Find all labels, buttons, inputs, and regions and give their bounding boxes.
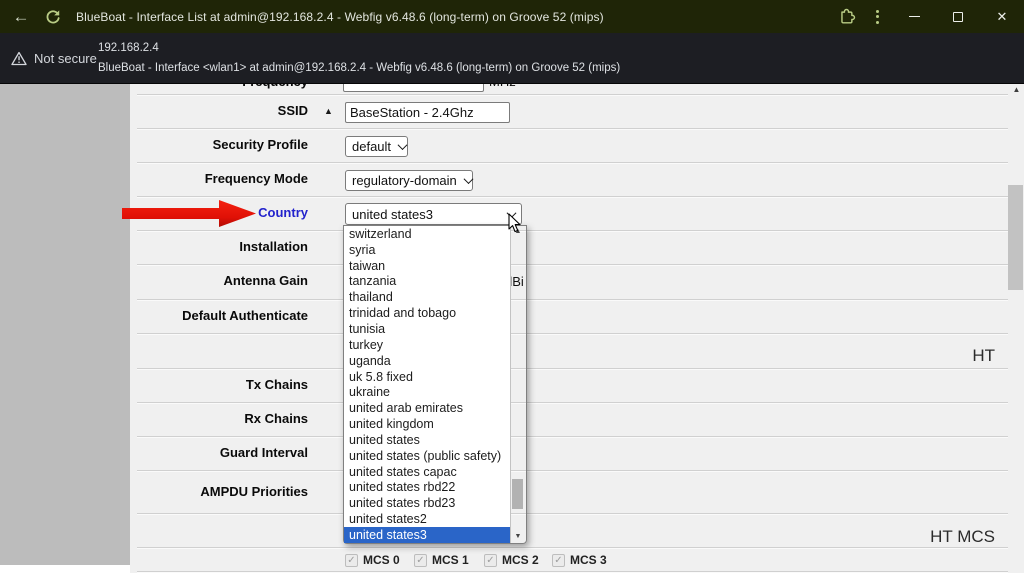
- country-option[interactable]: trinidad and tobago: [344, 305, 510, 321]
- browser-titlebar: ← BlueBoat - Interface List at admin@192…: [0, 0, 1024, 33]
- page-scrollbar-thumb[interactable]: [1008, 185, 1023, 290]
- minimize-button[interactable]: [892, 0, 936, 33]
- mcs2-label: MCS 2: [502, 553, 539, 567]
- country-option[interactable]: united states rbd22: [344, 480, 510, 496]
- country-option[interactable]: tunisia: [344, 321, 510, 337]
- chevron-down-icon: [463, 174, 474, 185]
- country-option[interactable]: united states capac: [344, 464, 510, 480]
- red-annotation-arrow: [122, 200, 256, 227]
- check-icon: ✓: [554, 554, 563, 566]
- checkbox-checked-icon[interactable]: ✓: [484, 553, 497, 567]
- guard-interval-label: Guard Interval: [219, 445, 308, 460]
- window-title: BlueBoat - Interface List at admin@192.1…: [76, 9, 604, 24]
- country-option[interactable]: thailand: [344, 289, 510, 305]
- security-profile-select[interactable]: default: [345, 136, 408, 157]
- mcs3-checkbox-item: ✓ MCS 3: [552, 547, 607, 573]
- check-icon: ✓: [347, 554, 356, 566]
- close-button[interactable]: ✕: [980, 0, 1024, 33]
- security-profile-value: default: [352, 139, 392, 154]
- maximize-button[interactable]: [936, 0, 980, 33]
- mcs0-checkbox-item: ✓ MCS 0: [345, 547, 400, 573]
- ssid-input[interactable]: [345, 102, 510, 123]
- frequency-mode-value: regulatory-domain: [352, 173, 457, 188]
- country-option[interactable]: united arab emirates: [344, 400, 510, 416]
- country-option[interactable]: united states: [344, 432, 510, 448]
- country-option[interactable]: uk 5.8 fixed: [344, 369, 510, 385]
- dropdown-scrollbar-thumb[interactable]: [512, 479, 523, 509]
- webfig-page: Frequency MHz SSID ▲ Security Profile de…: [0, 84, 1024, 573]
- frequency-input[interactable]: [343, 84, 484, 92]
- browser-menu-icon[interactable]: [862, 0, 892, 33]
- not-secure-label: Not secure: [34, 51, 97, 66]
- ht-mcs-section-header: HT MCS: [930, 527, 995, 546]
- ampdu-priorities-label: AMPDU Priorities: [200, 484, 308, 499]
- tx-chains-label: Tx Chains: [245, 377, 308, 392]
- country-option[interactable]: uganda: [344, 353, 510, 369]
- collapse-arrow-icon[interactable]: ▲: [324, 106, 333, 116]
- mcs1-label: MCS 1: [432, 553, 469, 567]
- default-authenticate-label: Default Authenticate: [182, 308, 308, 323]
- mcs1-checkbox-item: ✓ MCS 1: [414, 547, 469, 573]
- browser-infobar: Not secure 192.168.2.4 BlueBoat - Interf…: [0, 33, 1024, 84]
- checkbox-checked-icon[interactable]: ✓: [552, 553, 565, 567]
- row-separator: [137, 333, 1008, 335]
- extensions-puzzle-icon[interactable]: [832, 0, 862, 33]
- mcs3-label: MCS 3: [570, 553, 607, 567]
- ht-section-header: HT: [972, 346, 995, 365]
- row-separator: [137, 513, 1008, 515]
- country-option[interactable]: united states rbd23: [344, 495, 510, 511]
- frequency-mode-label: Frequency Mode: [204, 171, 308, 186]
- country-option[interactable]: united states2: [344, 511, 510, 527]
- country-option[interactable]: united kingdom: [344, 416, 510, 432]
- page-scroll-up-icon[interactable]: ▲: [1009, 85, 1024, 94]
- ssid-label: SSID: [277, 103, 308, 118]
- not-secure-indicator[interactable]: Not secure: [11, 33, 97, 84]
- page-title-line: BlueBoat - Interface <wlan1> at admin@19…: [98, 62, 621, 74]
- country-option[interactable]: ukraine: [344, 384, 510, 400]
- country-option[interactable]: turkey: [344, 337, 510, 353]
- check-icon: ✓: [486, 554, 495, 566]
- country-dropdown-list: switzerland syria taiwan tanzania thaila…: [343, 225, 527, 544]
- country-option[interactable]: tanzania: [344, 274, 510, 290]
- country-option[interactable]: united states (public safety): [344, 448, 510, 464]
- row-frequency-clipped: Frequency MHz: [137, 84, 1008, 94]
- country-option-selected[interactable]: united states3: [344, 527, 510, 543]
- rx-chains-label: Rx Chains: [244, 411, 308, 426]
- chevron-down-icon: [397, 140, 408, 151]
- country-option[interactable]: switzerland: [344, 226, 510, 242]
- checkbox-checked-icon[interactable]: ✓: [345, 553, 358, 567]
- frequency-unit: MHz: [489, 84, 516, 89]
- mcs0-label: MCS 0: [363, 553, 400, 567]
- left-sidebar-panel: [0, 84, 130, 565]
- country-option[interactable]: syria: [344, 242, 510, 258]
- page-host: 192.168.2.4: [98, 42, 159, 54]
- installation-label: Installation: [239, 239, 308, 254]
- scroll-down-icon[interactable]: ▼: [510, 533, 526, 540]
- warning-icon: [11, 51, 27, 66]
- security-profile-label: Security Profile: [212, 137, 308, 152]
- frequency-mode-select[interactable]: regulatory-domain: [345, 170, 474, 191]
- mcs2-checkbox-item: ✓ MCS 2: [484, 547, 539, 573]
- mouse-cursor: [508, 213, 521, 233]
- reload-icon[interactable]: [40, 6, 66, 28]
- country-option[interactable]: taiwan: [344, 258, 510, 274]
- back-icon[interactable]: ←: [6, 7, 36, 27]
- frequency-label: Frequency: [137, 84, 308, 89]
- check-icon: ✓: [416, 554, 425, 566]
- checkbox-checked-icon[interactable]: ✓: [414, 553, 427, 567]
- antenna-gain-label: Antenna Gain: [223, 273, 308, 288]
- country-value: united states3: [352, 206, 433, 222]
- country-select[interactable]: united states3: [345, 203, 522, 225]
- dropdown-scrollbar[interactable]: ▲ ▼: [510, 226, 526, 543]
